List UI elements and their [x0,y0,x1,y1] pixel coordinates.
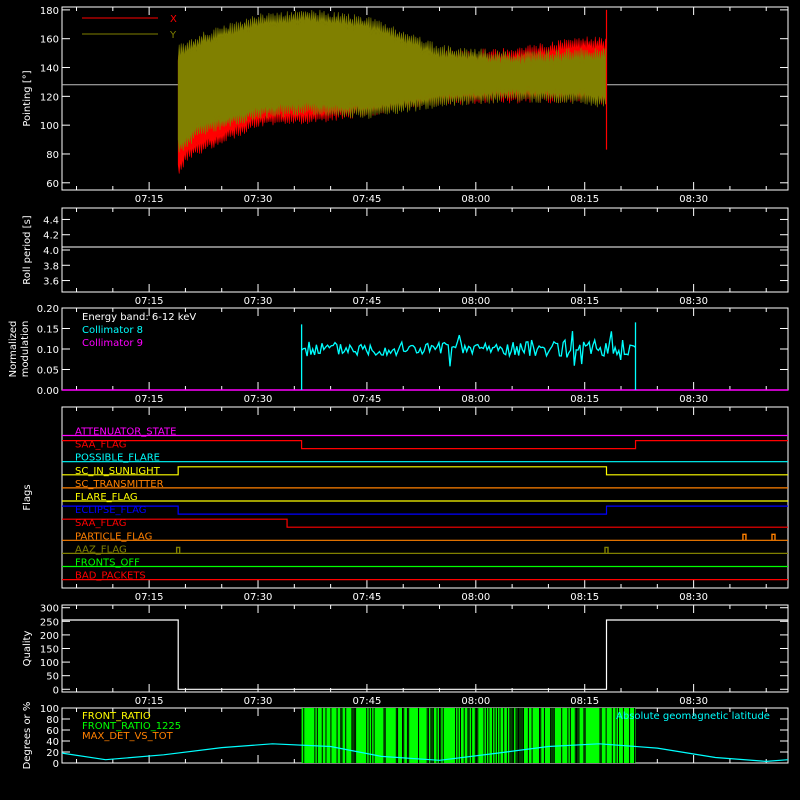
x-tick-label: 07:30 [244,194,273,205]
modulation-legend-collimator-9: Collimator 9 [82,338,143,349]
y-tick-label: 4.4 [43,215,59,226]
x-tick-label: 08:00 [461,394,490,405]
y-tick-label: 160 [40,35,59,46]
y-tick-label: 20 [46,748,59,759]
flag-label-10: FRONTS_OFF [75,558,140,569]
flag-line-6 [62,505,788,515]
y-tick-label: 3.8 [43,261,59,272]
y-tick-label: 200 [40,631,59,642]
x-tick-label: 07:15 [135,296,164,307]
y-tick-label: 120 [40,92,59,103]
x-tick-label: 07:15 [135,194,164,205]
x-tick-label: 07:45 [353,194,382,205]
y-tick-label: 100 [40,658,59,669]
ratios-legend-latitude: Absolute geomagnetic latitude [616,711,770,722]
flag-label-0: ATTENUATOR_STATE [75,427,176,438]
flag-label-9: AAZ_FLAG [75,544,127,555]
flag-label-4: SC_TRANSMITTER [75,479,164,490]
ratios-legend-2: MAX_DET_VS_TOT [82,731,174,742]
x-tick-label: 08:30 [679,394,708,405]
x-tick-label: 08:00 [461,592,490,603]
x-tick-label: 07:45 [353,394,382,405]
flag-label-2: POSSIBLE_FLARE [75,453,160,464]
x-tick-label: 08:15 [570,592,599,603]
x-tick-label: 08:15 [570,394,599,405]
x-tick-label: 08:30 [679,592,708,603]
x-tick-label: 07:15 [135,696,164,707]
x-tick-label: 07:45 [353,592,382,603]
y-tick-label: 80 [46,715,59,726]
flag-spike-8 [771,533,776,541]
x-tick-label: 08:30 [679,296,708,307]
y-tick-label: 60 [46,179,59,190]
y-tick-label: 3.6 [43,277,59,288]
y-tick-label: 150 [40,645,59,656]
x-tick-label: 07:15 [135,394,164,405]
flag-label-7: SAA_FLAG [75,518,126,529]
x-tick-label: 07:30 [244,296,273,307]
y-tick-label: 100 [40,704,59,715]
modulation-ylabel-1: Normalized [8,321,19,378]
y-tick-label: 0 [53,759,59,770]
flag-spike-9 [175,546,181,554]
ratios-ylabel: Degrees or % [22,702,33,770]
y-tick-label: 40 [46,737,59,748]
y-tick-label: 60 [46,726,59,737]
x-tick-label: 07:15 [135,592,164,603]
x-tick-label: 08:00 [461,296,490,307]
flags-ylabel: Flags [22,484,33,510]
x-tick-label: 08:30 [679,696,708,707]
flag-line-7 [62,518,788,528]
roll-ylabel: Roll period [s] [22,215,33,284]
quality-ylabel: Quality [22,631,33,667]
modulation-legend-collimator-8: Collimator 8 [82,325,143,336]
y-tick-label: 50 [46,672,59,683]
flag-label-6: ECLIPSE_FLAG [75,505,146,516]
modulation-ylabel-2: modulation [20,321,31,378]
x-tick-label: 08:15 [570,696,599,707]
x-tick-label: 08:00 [461,696,490,707]
modulation-legend-title: Energy band: 6-12 keV [82,312,196,323]
x-tick-label: 08:15 [570,296,599,307]
y-tick-label: 80 [46,150,59,161]
x-tick-label: 08:30 [679,194,708,205]
flag-line-1 [62,440,788,450]
quality-frame [61,604,789,693]
y-tick-label: 140 [40,64,59,75]
y-tick-label: 180 [40,6,59,17]
y-tick-label: 100 [40,121,59,132]
flag-line-3 [62,466,788,476]
flag-label-8: PARTICLE_FLAG [75,531,152,542]
x-tick-label: 07:30 [244,394,273,405]
x-tick-label: 07:30 [244,696,273,707]
flag-label-11: BAD_PACKETS [75,571,146,582]
x-tick-label: 07:45 [353,696,382,707]
x-tick-label: 07:30 [244,592,273,603]
figure: 07:15 07:30 07:45 08:00 08:15 08:306080100120… [8,6,789,770]
flag-label-3: SC_IN_SUNLIGHT [75,466,161,477]
y-tick-label: 0.20 [37,304,59,315]
y-tick-label: 250 [40,617,59,628]
y-tick-label: 300 [40,604,59,615]
x-tick-label: 08:00 [461,194,490,205]
roll-frame [61,207,789,293]
quality-series-line [62,619,788,690]
flag-spike-9 [604,546,609,554]
y-tick-label: 0 [53,685,59,696]
flag-label-5: FLARE_FLAG [75,492,138,503]
flag-label-1: SAA_FLAG [75,440,126,451]
legend-label-X: X [170,14,177,25]
legend-label-Y: Y [169,30,177,41]
y-tick-label: 0.10 [37,345,59,356]
x-tick-label: 08:15 [570,194,599,205]
flag-spike-8 [742,533,747,541]
y-tick-label: 0.00 [37,386,59,397]
y-tick-label: 4.2 [43,231,59,242]
x-tick-label: 07:45 [353,296,382,307]
y-tick-label: 0.05 [37,366,59,377]
pointing-ylabel: Pointing [°] [22,70,33,126]
modulation-series-collimator-8 [300,322,637,390]
y-tick-label: 0.15 [37,325,59,336]
y-tick-label: 4.0 [43,246,59,257]
